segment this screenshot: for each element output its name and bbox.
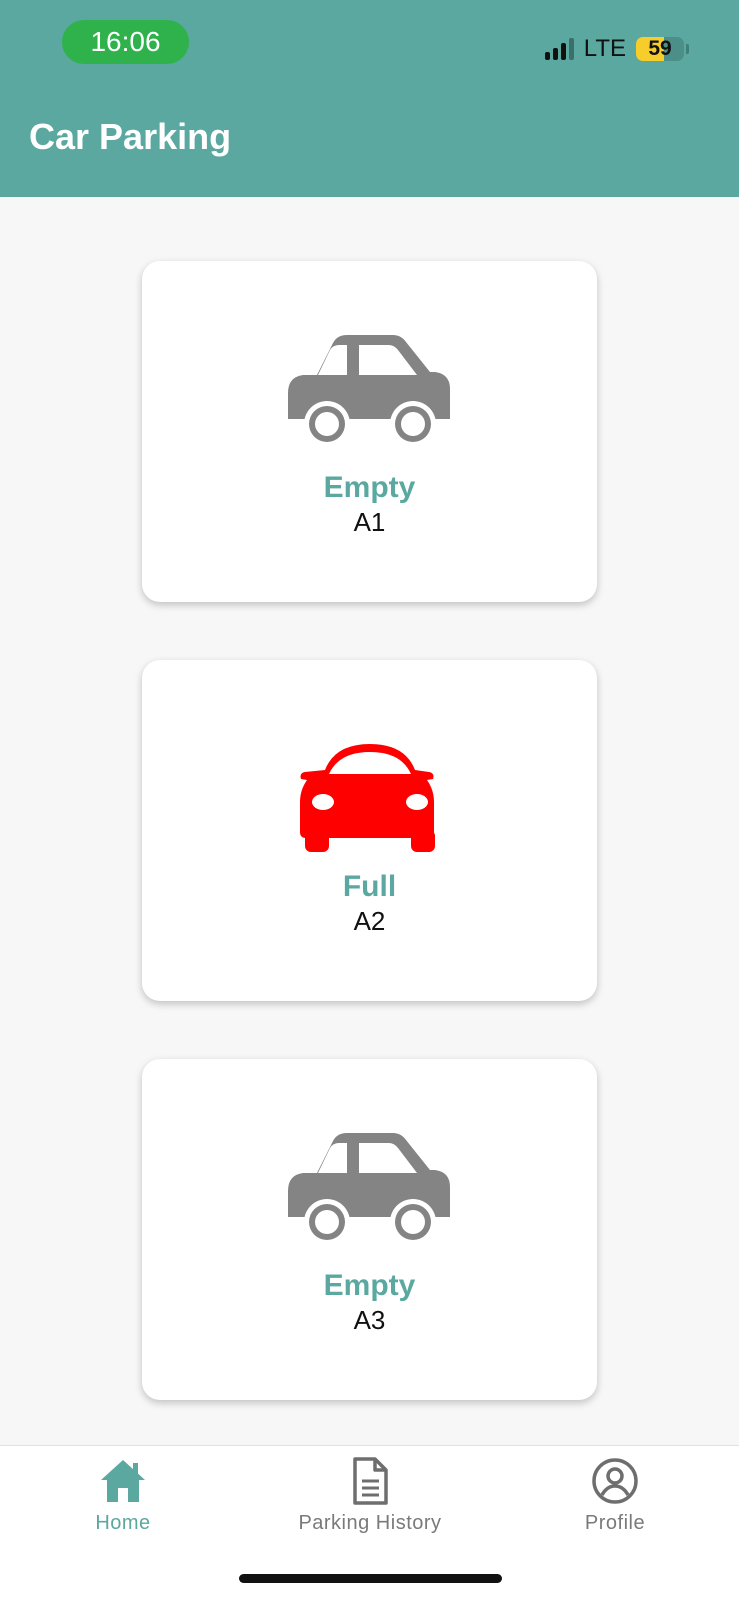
signal-icon — [544, 38, 574, 60]
car-side-icon — [287, 335, 450, 447]
slot-code: A3 — [353, 1305, 386, 1335]
document-icon — [353, 1457, 388, 1505]
car-front-icon — [299, 744, 435, 852]
page-title: Car Parking — [29, 116, 232, 157]
slot-status: Empty — [323, 1269, 416, 1302]
slot-status: Full — [342, 870, 397, 903]
nav-label-profile: Profile — [584, 1512, 646, 1534]
status-indicators: LTE 59 — [544, 34, 689, 64]
nav-item-parking-history[interactable]: Parking History — [270, 1456, 470, 1546]
home-icon — [101, 1460, 145, 1502]
home-indicator — [239, 1574, 502, 1583]
nav-label-parking-history: Parking History — [298, 1512, 442, 1534]
battery-level: 59 — [648, 37, 672, 60]
car-side-icon — [287, 1133, 450, 1245]
status-time: 16:06 — [62, 20, 189, 64]
slot-code: A2 — [353, 906, 386, 936]
parking-slot-card-a2[interactable]: Full A2 — [142, 660, 597, 1001]
parking-slot-card-a3[interactable]: Empty A3 — [142, 1059, 597, 1400]
nav-label-home: Home — [95, 1512, 151, 1534]
nav-item-home[interactable]: Home — [23, 1456, 223, 1546]
app-screen: 16:06 LTE 59 Car Parking Empty A1 Full A… — [0, 0, 739, 1600]
slot-status: Empty — [323, 471, 416, 504]
profile-icon — [592, 1458, 638, 1504]
battery-cap — [686, 44, 689, 54]
network-label: LTE — [583, 35, 626, 62]
app-header: 16:06 LTE 59 Car Parking — [0, 0, 739, 197]
slot-code: A1 — [353, 507, 386, 537]
nav-item-profile[interactable]: Profile — [515, 1456, 715, 1546]
parking-slot-card-a1[interactable]: Empty A1 — [142, 261, 597, 602]
battery-icon: 59 — [636, 37, 684, 61]
